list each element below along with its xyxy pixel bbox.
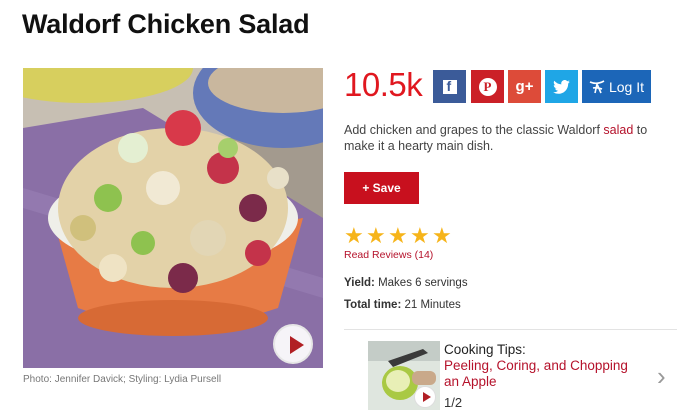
cooking-tip-page-indicator: 1/2 — [444, 395, 463, 410]
share-count: 10.5k — [344, 66, 423, 103]
recipe-photo[interactable] — [23, 68, 323, 368]
recipe-description: Add chicken and grapes to the classic Wa… — [344, 123, 648, 153]
star-icon: ★ — [344, 223, 364, 248]
salad-bowl-image — [23, 68, 323, 368]
rating-stars[interactable]: ★ ★ ★ ★ ★ — [344, 223, 453, 248]
twitter-bird-icon — [553, 79, 570, 94]
star-icon: ★ — [410, 223, 430, 248]
google-plus-share-button[interactable]: g+ — [508, 70, 541, 103]
cooking-tip-play-button[interactable] — [414, 386, 436, 408]
facebook-icon — [442, 78, 457, 94]
save-button[interactable]: + Save — [344, 172, 419, 204]
star-icon: ★ — [432, 223, 452, 248]
star-icon: ★ — [388, 223, 408, 248]
google-plus-icon: g+ — [515, 78, 534, 95]
recipe-yield: Yield: Makes 6 servings — [344, 277, 468, 289]
log-it-button[interactable]: Log It — [582, 70, 651, 103]
photo-credit: Photo: Jennifer Davick; Styling: Lydia P… — [23, 374, 222, 385]
play-video-button[interactable] — [273, 324, 313, 364]
log-it-icon — [589, 79, 605, 93]
divider — [344, 329, 677, 330]
recipe-total-time: Total time: 21 Minutes — [344, 299, 461, 311]
salad-link[interactable]: salad — [603, 123, 633, 137]
cooking-tip-heading: Cooking Tips: — [444, 342, 526, 357]
read-reviews-link[interactable]: Read Reviews (14) — [344, 249, 433, 261]
facebook-share-button[interactable] — [433, 70, 466, 103]
star-icon: ★ — [366, 223, 386, 248]
pinterest-share-button[interactable]: P — [471, 70, 504, 103]
log-it-label: Log It — [608, 78, 645, 95]
twitter-share-button[interactable] — [545, 70, 578, 103]
recipe-title: Waldorf Chicken Salad — [22, 9, 310, 39]
cooking-tip-title-link[interactable]: Peeling, Coring, and Chopping an Apple — [444, 358, 644, 389]
chevron-right-icon[interactable]: › — [657, 363, 666, 389]
pinterest-icon: P — [478, 77, 497, 96]
